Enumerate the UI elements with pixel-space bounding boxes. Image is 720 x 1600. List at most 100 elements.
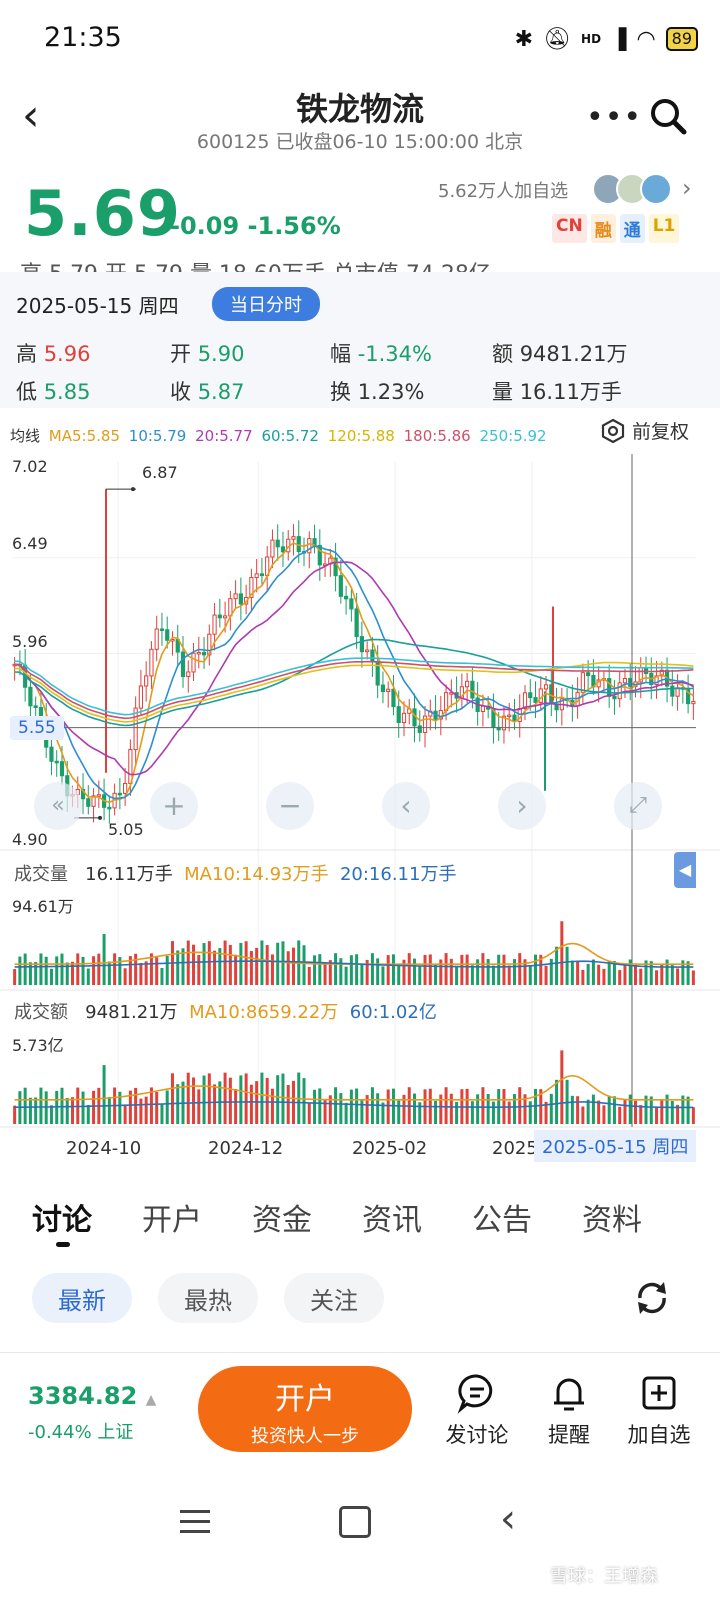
amount-ma10: MA10:8659.22万	[189, 1002, 339, 1023]
ma20-value: 20:5.77	[195, 427, 253, 445]
candle-body	[196, 651, 201, 655]
candle-body	[365, 649, 370, 653]
candle-body	[691, 701, 696, 705]
tab-capital[interactable]: 资金	[252, 1195, 312, 1239]
zoom-in-button[interactable]: +	[150, 782, 198, 830]
amount-bar	[612, 1096, 616, 1124]
amount-bar	[281, 1073, 285, 1124]
amount-bar	[244, 1073, 248, 1124]
menu-nav-button[interactable]	[180, 1508, 210, 1534]
volume-bar	[544, 965, 548, 985]
filter-following[interactable]: 关注	[284, 1273, 384, 1323]
tab-open-account[interactable]: 开户	[142, 1195, 202, 1239]
candle-body	[291, 536, 296, 540]
candle-body	[49, 746, 54, 762]
volume-bar	[113, 953, 117, 985]
turnover-row: 换 1.23%	[330, 376, 424, 406]
amount-bar	[597, 1100, 601, 1124]
volume-bar	[570, 960, 574, 985]
back-nav-button[interactable]: ‹	[500, 1496, 516, 1542]
volume-ma10: MA10:14.93万手	[184, 864, 329, 885]
candle-body	[233, 593, 238, 600]
volume-bar	[302, 945, 306, 985]
candle-body	[154, 628, 159, 650]
amount-bar	[260, 1072, 264, 1124]
candle-body	[480, 705, 486, 712]
tab-indicator	[56, 1242, 70, 1247]
candle-body	[370, 649, 375, 662]
refresh-icon[interactable]	[632, 1278, 672, 1318]
volume-bar	[234, 954, 238, 985]
volume-bar	[255, 947, 259, 985]
amount-bar	[560, 1050, 564, 1124]
filter-latest[interactable]: 最新	[32, 1273, 132, 1323]
candle-body	[528, 692, 533, 699]
amount-bar	[455, 1101, 459, 1124]
amount-bar	[418, 1102, 422, 1124]
open-account-button[interactable]: 开户 投资快人一步	[198, 1366, 412, 1452]
ma250-value: 250:5.92	[479, 427, 547, 445]
volume-bar	[239, 942, 243, 985]
tab-announcements[interactable]: 公告	[472, 1195, 532, 1239]
amount-bar	[481, 1087, 485, 1124]
volume-bar	[655, 970, 659, 985]
add-watchlist-button[interactable]: 加自选	[614, 1372, 704, 1449]
rewind-button[interactable]: «	[34, 782, 82, 830]
pan-left-button[interactable]: ‹	[382, 782, 430, 830]
filter-hot[interactable]: 最热	[158, 1273, 258, 1323]
chevron-right-icon[interactable]: ›	[682, 174, 692, 202]
watermark: 雪球：王增森	[550, 1566, 658, 1587]
volume-bar	[386, 955, 390, 985]
panel-toggle-button[interactable]: ◀	[674, 852, 696, 888]
tab-news[interactable]: 资讯	[362, 1195, 422, 1239]
amount-bar	[618, 1106, 622, 1124]
low-label: 低	[16, 380, 37, 404]
zoom-out-button[interactable]: −	[266, 782, 314, 830]
candle-body	[586, 672, 591, 676]
selected-date: 2025-05-15 周四	[16, 294, 179, 318]
intraday-button[interactable]: 当日分时	[212, 287, 320, 321]
home-nav-button[interactable]	[339, 1506, 371, 1538]
bluetooth-icon: ✱	[514, 26, 534, 52]
adjust-label: 前复权	[632, 421, 690, 443]
volume-bar	[455, 965, 459, 985]
volume-bar	[49, 968, 53, 985]
tab-discussion[interactable]: 讨论	[32, 1195, 92, 1239]
amount-bar	[318, 1088, 322, 1124]
fullscreen-button[interactable]: ⤢	[614, 782, 662, 830]
mute-icon: 🔕︎	[543, 26, 572, 52]
volume-bar	[97, 953, 101, 985]
volume-bar	[92, 956, 96, 985]
amount-bar	[576, 1096, 580, 1124]
volume-max: 94.61万	[12, 897, 74, 916]
amount-bar	[655, 1106, 659, 1124]
volume-bar	[23, 953, 27, 985]
candle-body	[386, 688, 391, 693]
signal-icon: ▐	[611, 27, 627, 51]
volume-title: 成交量	[14, 864, 68, 885]
volume-bar	[192, 944, 196, 985]
tab-profile[interactable]: 资料	[582, 1195, 642, 1239]
volume-bar	[502, 954, 506, 985]
follower-avatars[interactable]	[592, 173, 672, 205]
followers-count[interactable]: 5.62万人加自选	[438, 177, 568, 203]
more-dots-icon[interactable]: •••	[586, 100, 642, 135]
index-value[interactable]: 3384.82 ▲	[28, 1382, 156, 1410]
candle-body	[607, 678, 612, 697]
amount-bar	[270, 1088, 274, 1124]
volume-bar	[339, 958, 343, 985]
pan-right-button[interactable]: ›	[498, 782, 546, 830]
amount-bar	[518, 1087, 522, 1124]
amount-bar	[249, 1084, 253, 1124]
amount-bar	[670, 1101, 674, 1124]
amount-bar	[34, 1097, 38, 1124]
search-icon[interactable]	[648, 96, 688, 136]
volume-bar	[123, 968, 127, 985]
alert-button[interactable]: 提醒	[524, 1372, 614, 1449]
candle-body	[628, 678, 633, 687]
adjust-button[interactable]: 前复权	[600, 417, 689, 444]
post-discussion-button[interactable]: 发讨论	[432, 1372, 522, 1449]
volume-bar	[34, 962, 38, 985]
amount-bar	[512, 1094, 516, 1124]
amount-bar	[607, 1095, 611, 1124]
